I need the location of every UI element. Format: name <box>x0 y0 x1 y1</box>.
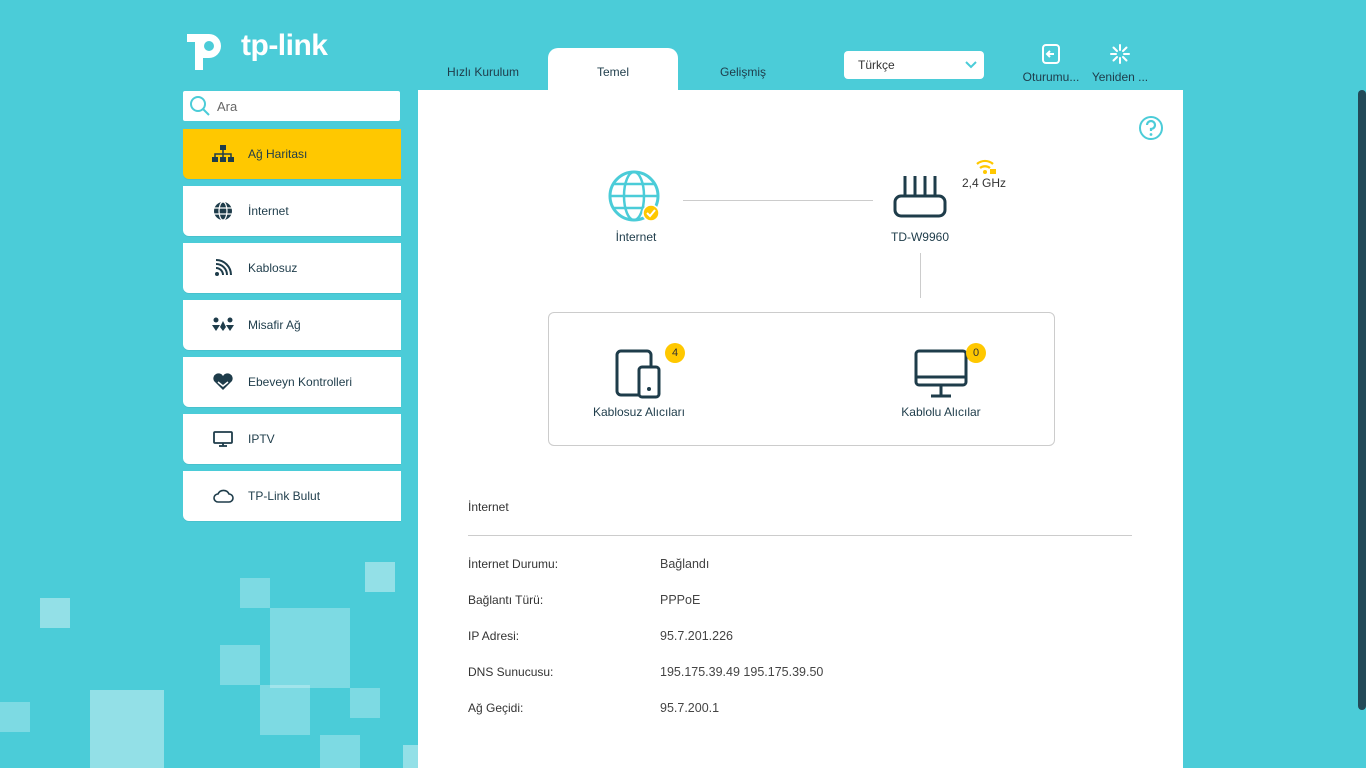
help-icon <box>1139 116 1163 140</box>
sidebar-item-label: Kablosuz <box>248 261 298 275</box>
sidebar-item-wireless[interactable]: Kablosuz <box>183 243 401 293</box>
decor-square <box>0 702 30 732</box>
logout-icon <box>1042 44 1060 64</box>
sidebar-item-iptv[interactable]: IPTV <box>183 414 401 464</box>
cloud-icon <box>211 484 235 508</box>
router-node[interactable]: TD-W9960 <box>880 172 960 244</box>
sidebar-item-label: TP-Link Bulut <box>248 489 321 503</box>
info-value: Bağlandı <box>660 557 710 571</box>
tv-icon <box>211 427 235 451</box>
tab-quick-setup[interactable]: Hızlı Kurulum <box>418 48 548 90</box>
help-button[interactable] <box>1138 115 1164 146</box>
sidebar-nav: Ağ Haritası İnternet Kablosuz Misafir Ağ… <box>183 129 401 528</box>
sidebar-item-label: Ebeveyn Kontrolleri <box>248 375 353 389</box>
tp-link-logo: tp-link <box>183 20 328 72</box>
info-key: DNS Sunucusu: <box>468 665 554 679</box>
language-select[interactable]: Türkçe <box>844 51 984 79</box>
tab-basic[interactable]: Temel <box>548 48 678 90</box>
sidebar-item-label: Ağ Haritası <box>248 147 308 161</box>
decor-square <box>270 608 350 688</box>
main-panel: İnternet TD-W9960 2,4 GHz Kablosuz Alıcı… <box>418 90 1183 768</box>
decor-square <box>240 578 270 608</box>
info-row: DNS Sunucusu: 195.175.39.49 195.175.39.5… <box>468 665 823 679</box>
sidebar-item-label: İnternet <box>248 204 289 218</box>
decor-square <box>365 562 395 592</box>
decor-square <box>90 690 164 768</box>
scrollbar[interactable] <box>1358 90 1366 710</box>
sidebar-item-label: IPTV <box>248 432 275 446</box>
info-value: 95.7.201.226 <box>660 629 733 643</box>
sidebar-item-label: Misafir Ağ <box>248 318 301 332</box>
guest-network-icon <box>211 313 235 337</box>
globe-icon <box>211 199 235 223</box>
sidebar-item-guest-network[interactable]: Misafir Ağ <box>183 300 401 350</box>
wired-clients-count: 0 <box>966 343 986 363</box>
connection-line <box>683 200 873 201</box>
sidebar-item-internet[interactable]: İnternet <box>183 186 401 236</box>
tab-advanced[interactable]: Gelişmiş <box>678 48 808 90</box>
wireless-clients-count: 4 <box>665 343 685 363</box>
globe-icon <box>608 170 660 222</box>
sidebar-item-cloud[interactable]: TP-Link Bulut <box>183 471 401 521</box>
search-input[interactable] <box>217 98 387 114</box>
sidebar-item-network-map[interactable]: Ağ Haritası <box>183 129 401 179</box>
decor-square <box>320 735 360 768</box>
connection-line <box>920 253 921 298</box>
info-key: Ağ Geçidi: <box>468 701 524 715</box>
monitor-icon <box>914 349 968 398</box>
top-tabs: Hızlı Kurulum Temel Gelişmiş <box>418 48 808 90</box>
info-key: İnternet Durumu: <box>468 557 559 571</box>
info-row: IP Adresi: 95.7.201.226 <box>468 629 733 643</box>
info-row: İnternet Durumu: Bağlandı <box>468 557 709 571</box>
decor-square <box>403 745 418 768</box>
network-map-icon <box>211 142 235 166</box>
internet-node-label: İnternet <box>615 230 657 244</box>
band-label: 2,4 GHz <box>962 176 1007 190</box>
language-selected: Türkçe <box>858 58 895 72</box>
decor-square <box>260 685 310 735</box>
chevron-down-icon <box>965 61 977 69</box>
wired-clients-label: Kablolu Alıcılar <box>901 405 981 419</box>
wifi-lock-icon <box>976 159 996 174</box>
divider <box>468 535 1132 536</box>
search-icon <box>190 96 210 116</box>
logout-button[interactable]: Oturumu... <box>1019 42 1083 84</box>
internet-node[interactable]: İnternet <box>596 168 676 244</box>
info-value: PPPoE <box>660 593 701 607</box>
info-key: Bağlantı Türü: <box>468 593 544 607</box>
router-node-label: TD-W9960 <box>890 230 949 244</box>
wifi-band[interactable]: 2,4 GHz <box>962 158 1006 190</box>
decor-square <box>40 598 70 628</box>
wireless-icon <box>211 256 235 280</box>
wireless-clients-label: Kablosuz Alıcıları <box>592 405 686 419</box>
reboot-icon <box>1110 44 1130 64</box>
parental-controls-icon <box>211 370 235 394</box>
devices-icon <box>615 349 661 399</box>
info-key: IP Adresi: <box>468 629 520 643</box>
router-icon <box>893 176 947 218</box>
sidebar-item-parental-controls[interactable]: Ebeveyn Kontrolleri <box>183 357 401 407</box>
search-box <box>183 91 400 121</box>
decor-square <box>220 645 260 685</box>
info-value: 195.175.39.49 195.175.39.50 <box>660 665 824 679</box>
info-row: Ağ Geçidi: 95.7.200.1 <box>468 701 719 715</box>
reboot-label: Yeniden ... <box>1091 70 1149 84</box>
reboot-button[interactable]: Yeniden ... <box>1088 42 1152 84</box>
logout-label: Oturumu... <box>1022 70 1080 84</box>
info-value: 95.7.200.1 <box>660 701 720 715</box>
info-row: Bağlantı Türü: PPPoE <box>468 593 700 607</box>
internet-section-title: İnternet <box>468 500 509 514</box>
decor-square <box>350 688 380 718</box>
tp-link-logo-icon <box>187 34 221 70</box>
logo-text: tp-link <box>241 29 328 62</box>
clients-box: Kablosuz Alıcıları 4 Kablolu Alıcılar 0 <box>548 312 1055 446</box>
